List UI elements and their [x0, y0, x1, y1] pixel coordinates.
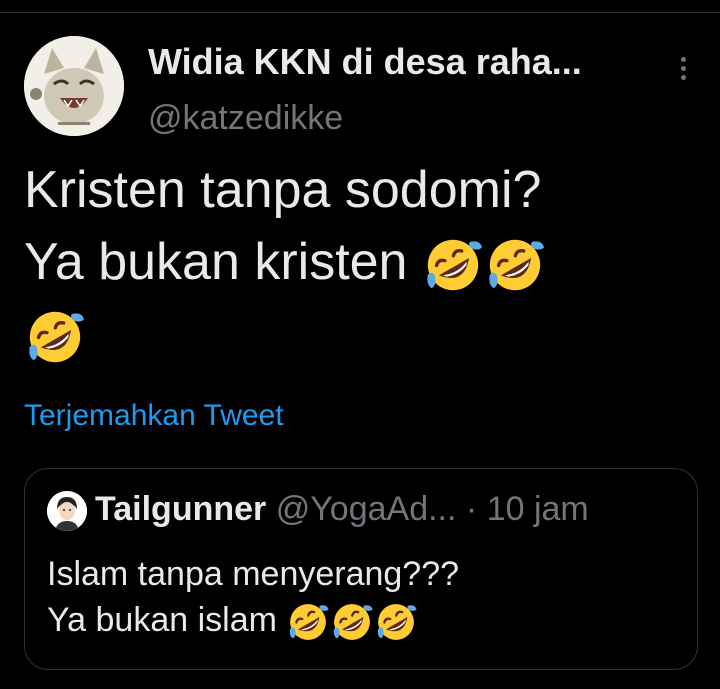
- quoted-text-line-2-text: Ya bukan islam: [47, 601, 277, 639]
- tweet-text-line-2-text: Ya bukan kristen: [24, 233, 408, 291]
- quoted-name[interactable]: Tailgunner: [95, 490, 266, 528]
- avatar[interactable]: [24, 36, 124, 136]
- quoted-text: Islam tanpa menyerang??? Ya bukan islam: [47, 551, 687, 644]
- quoted-timestamp[interactable]: 10 jam: [487, 490, 589, 528]
- cat-avatar-icon: [24, 36, 124, 136]
- translate-tweet-link[interactable]: Terjemahkan Tweet: [24, 396, 284, 436]
- quoted-avatar[interactable]: [47, 491, 87, 531]
- tweet-text-line-1: Kristen tanpa sodomi?: [24, 161, 542, 219]
- rofl-emoji-icon: [484, 234, 546, 296]
- top-divider: [0, 12, 720, 13]
- tweet-text-line-2: Ya bukan kristen: [24, 226, 704, 298]
- quoted-text-line-1: Islam tanpa menyerang???: [47, 555, 460, 593]
- more-options-icon[interactable]: [670, 50, 696, 86]
- user-handle[interactable]: @katzedikke: [148, 96, 343, 140]
- tweet-text: Kristen tanpa sodomi? Ya bukan kristen: [24, 154, 704, 370]
- quoted-tweet[interactable]: Tailgunner @YogaAd... · 10 jam Islam tan…: [24, 468, 698, 670]
- rofl-emoji-icon: [286, 600, 330, 644]
- person-avatar-icon: [47, 491, 87, 531]
- rofl-emoji-icon: [374, 600, 418, 644]
- quoted-header: Tailgunner @YogaAd... · 10 jam: [95, 487, 695, 531]
- display-name[interactable]: Widia KKN di desa raha...: [148, 40, 648, 84]
- rofl-emoji-icon: [422, 234, 484, 296]
- rofl-emoji-icon: [24, 306, 86, 368]
- tweet-text-line-3: [24, 298, 704, 370]
- quoted-handle[interactable]: @YogaAd...: [276, 490, 457, 528]
- quoted-separator: ·: [465, 490, 478, 528]
- rofl-emoji-icon: [330, 600, 374, 644]
- quoted-text-line-2: Ya bukan islam: [47, 597, 687, 644]
